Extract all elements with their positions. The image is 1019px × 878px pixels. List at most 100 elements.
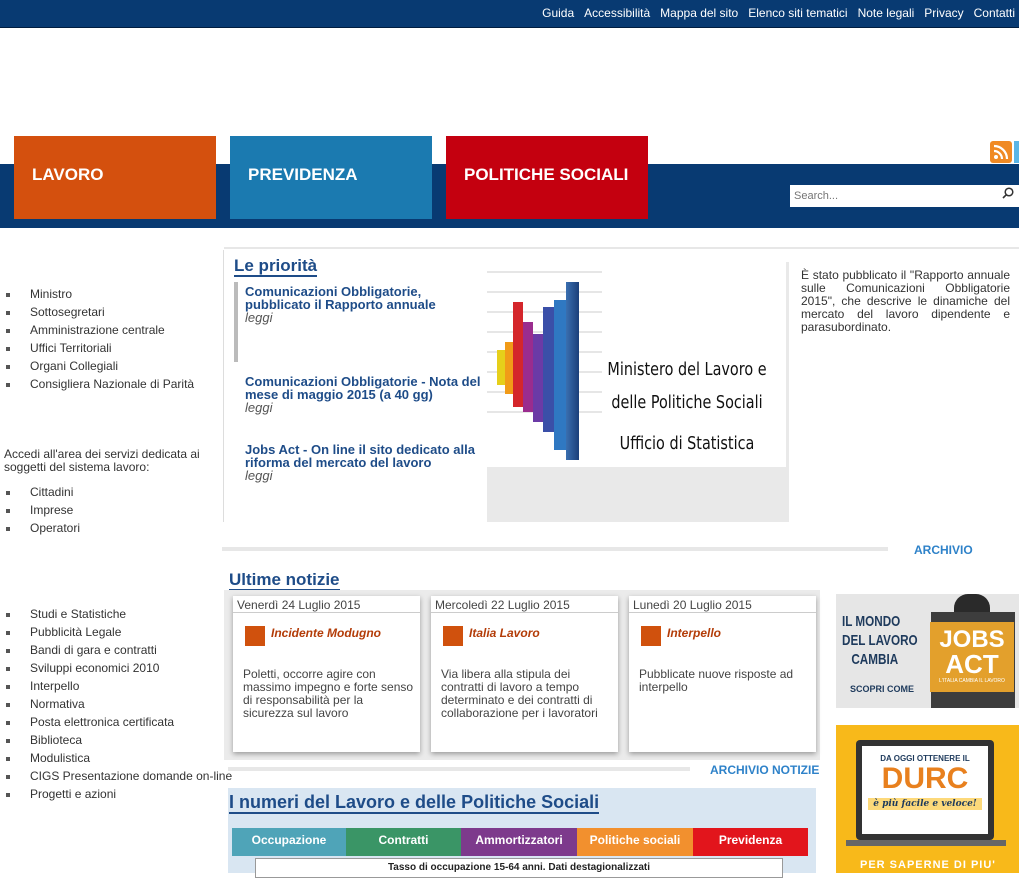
utility-link[interactable]: Guida: [542, 6, 574, 20]
news-category-icon: [641, 626, 661, 646]
priority-description: È stato pubblicato il "Rapporto annuale …: [801, 268, 1010, 334]
tab-previdenza[interactable]: Previdenza: [693, 828, 808, 856]
sidebar-link[interactable]: Ministro: [4, 285, 194, 303]
archive-rule: [222, 547, 888, 551]
numbers-heading: I numeri del Lavoro e delle Politiche So…: [229, 792, 600, 814]
sign-sub: ACT: [945, 649, 999, 679]
sidebar-resources-list: Studi e Statistiche Pubblicità Legale Band…: [4, 605, 232, 803]
utility-link[interactable]: Note legali: [858, 6, 915, 20]
image-caption-line: Ufficio di Statistica: [619, 433, 755, 454]
sidebar-link[interactable]: Amministrazione centrale: [4, 321, 194, 339]
sidebar-link[interactable]: Organi Collegiali: [4, 357, 194, 375]
priority-read-link: leggi: [245, 310, 273, 325]
sidebar-link[interactable]: CIGS Presentazione domande on-line: [4, 767, 232, 785]
news-date: Lunedì 20 Luglio 2015: [633, 598, 752, 612]
sidebar-link[interactable]: Cittadini: [4, 483, 80, 501]
priority-image[interactable]: Ministero del Lavoro e delle Politiche S…: [487, 262, 789, 522]
durc-cta: PER SAPERNE DI PIU': [860, 859, 996, 871]
sidebar-link[interactable]: Progetti e azioni: [4, 785, 232, 803]
social-label: seguici su:: [929, 146, 986, 160]
priority-active-indicator: [234, 282, 238, 362]
nav-tab-politiche-sociali[interactable]: POLITICHE SOCIALI: [446, 136, 648, 219]
sidebar-link[interactable]: Operatori: [4, 519, 80, 537]
banner-line: DEL LAVORO: [842, 632, 918, 649]
sidebar-link[interactable]: Sottosegretari: [4, 303, 194, 321]
chart-title: Tasso di occupazione 15-64 anni. Dati de…: [255, 858, 783, 878]
utility-link[interactable]: Elenco siti tematici: [748, 6, 847, 20]
news-date: Mercoledì 22 Luglio 2015: [435, 598, 570, 612]
priority-item[interactable]: Comunicazioni Obbligatorie - Nota del me…: [245, 375, 485, 414]
twitter-icon[interactable]: [1014, 141, 1019, 163]
sidebar-ministry-list: Ministro Sottosegretari Amministrazione ce…: [4, 285, 194, 393]
rss-icon[interactable]: [990, 141, 1012, 163]
news-date: Venerdì 24 Luglio 2015: [237, 598, 361, 612]
numbers-tabs: Occupazione Contratti Ammortizzatori Pol…: [232, 828, 808, 856]
sidebar-link[interactable]: Bandi di gara e contratti: [4, 641, 232, 659]
archive-link[interactable]: ARCHIVIO: [914, 543, 973, 557]
priorities-heading: Le priorità: [234, 256, 318, 277]
top-utility-bar: Guida Accessibilità Mappa del sito Elenco s…: [0, 0, 1019, 28]
nav-tab-previdenza[interactable]: PREVIDENZA: [230, 136, 432, 219]
news-card[interactable]: Venerdì 24 Luglio 2015 Incidente Modugno…: [233, 596, 420, 752]
priority-item[interactable]: Comunicazioni Obbligatorie, pubblicato i…: [245, 285, 485, 324]
priority-title: Comunicazioni Obbligatorie - Nota del me…: [245, 374, 481, 402]
news-category: Italia Lavoro: [469, 626, 540, 640]
news-archive-rule: [228, 767, 690, 771]
news-text: Via libera alla stipula dei contratti di…: [441, 667, 598, 720]
search-input[interactable]: [790, 185, 1019, 207]
news-text: Pubblicate nuove risposte ad interpello: [639, 667, 794, 694]
news-separator: [431, 612, 618, 613]
sidebar-link[interactable]: Modulistica: [4, 749, 232, 767]
sidebar-link[interactable]: Interpello: [4, 677, 232, 695]
utility-link[interactable]: Privacy: [924, 6, 963, 20]
sidebar-link[interactable]: Studi e Statistiche: [4, 605, 232, 623]
tab-ammortizzatori[interactable]: Ammortizzatori: [461, 828, 577, 856]
news-archive-link[interactable]: ARCHIVIO NOTIZIE: [710, 763, 819, 777]
sidebar-link[interactable]: Imprese: [4, 501, 80, 519]
tab-occupazione[interactable]: Occupazione: [232, 828, 346, 856]
utility-links: Guida Accessibilità Mappa del sito Elenco s…: [542, 6, 1015, 20]
sidebar-link[interactable]: Sviluppi economici 2010: [4, 659, 232, 677]
sidebar-link[interactable]: Biblioteca: [4, 731, 232, 749]
services-intro: Accedi all'area dei servizi dedicata ai …: [4, 447, 200, 474]
nav-tab-lavoro[interactable]: LAVORO: [14, 136, 216, 219]
news-card[interactable]: Mercoledì 22 Luglio 2015 Italia Lavoro V…: [431, 596, 618, 752]
sign-small: L'ITALIA CAMBIA IL LAVORO: [939, 678, 1005, 684]
news-heading: Ultime notizie: [229, 570, 340, 591]
sidebar-services-list: Cittadini Imprese Operatori: [4, 483, 80, 537]
priority-title: Jobs Act - On line il sito dedicato alla…: [245, 442, 475, 470]
utility-link[interactable]: Mappa del sito: [660, 6, 738, 20]
statistics-logo: Ministero del Lavoro e delle Politiche S…: [487, 262, 786, 467]
news-separator: [629, 612, 816, 613]
sidebar-link[interactable]: Normativa: [4, 695, 232, 713]
priority-read-link: leggi: [245, 400, 273, 415]
image-caption-line: delle Politiche Sociali: [611, 392, 763, 413]
banner-line: CAMBIA: [851, 651, 899, 668]
search-icon[interactable]: [1002, 187, 1014, 202]
banner-cta: SCOPRI COME: [850, 684, 915, 694]
news-category: Incidente Modugno: [271, 626, 381, 640]
sidebar-link[interactable]: Uffici Territoriali: [4, 339, 194, 357]
jobs-act-sign: JOBS ACT L'ITALIA CAMBIA IL LAVORO: [930, 622, 1014, 692]
sidebar-link[interactable]: Pubblicità Legale: [4, 623, 232, 641]
durc-banner[interactable]: DA OGGI OTTENERE IL DURC è più facile e …: [836, 725, 1019, 873]
tab-politiche-sociali[interactable]: Politiche sociali: [577, 828, 693, 856]
news-card[interactable]: Lunedì 20 Luglio 2015 Interpello Pubblic…: [629, 596, 816, 752]
utility-link[interactable]: Accessibilità: [584, 6, 650, 20]
priorities-top-rule: [224, 247, 1019, 249]
priority-title: Comunicazioni Obbligatorie, pubblicato i…: [245, 284, 436, 312]
utility-link[interactable]: Contatti: [974, 6, 1015, 20]
priority-read-link: leggi: [245, 468, 273, 483]
bar-graphic-icon: [487, 271, 602, 460]
tab-contratti[interactable]: Contratti: [346, 828, 461, 856]
news-category-icon: [245, 626, 265, 646]
priority-item[interactable]: Jobs Act - On line il sito dedicato alla…: [245, 443, 485, 482]
sidebar-link[interactable]: Consigliera Nazionale di Parità: [4, 375, 194, 393]
image-caption-line: Ministero del Lavoro e: [607, 359, 767, 380]
durc-title: DURC: [881, 762, 969, 795]
jobs-act-banner[interactable]: IL MONDO DEL LAVORO CAMBIA SCOPRI COME J…: [836, 594, 1019, 708]
durc-subtitle: è più facile e veloce!: [868, 798, 982, 810]
news-text: Poletti, occorre agire con massimo impeg…: [243, 667, 414, 720]
sidebar-divider: [223, 250, 224, 522]
sidebar-link[interactable]: Posta elettronica certificata: [4, 713, 232, 731]
